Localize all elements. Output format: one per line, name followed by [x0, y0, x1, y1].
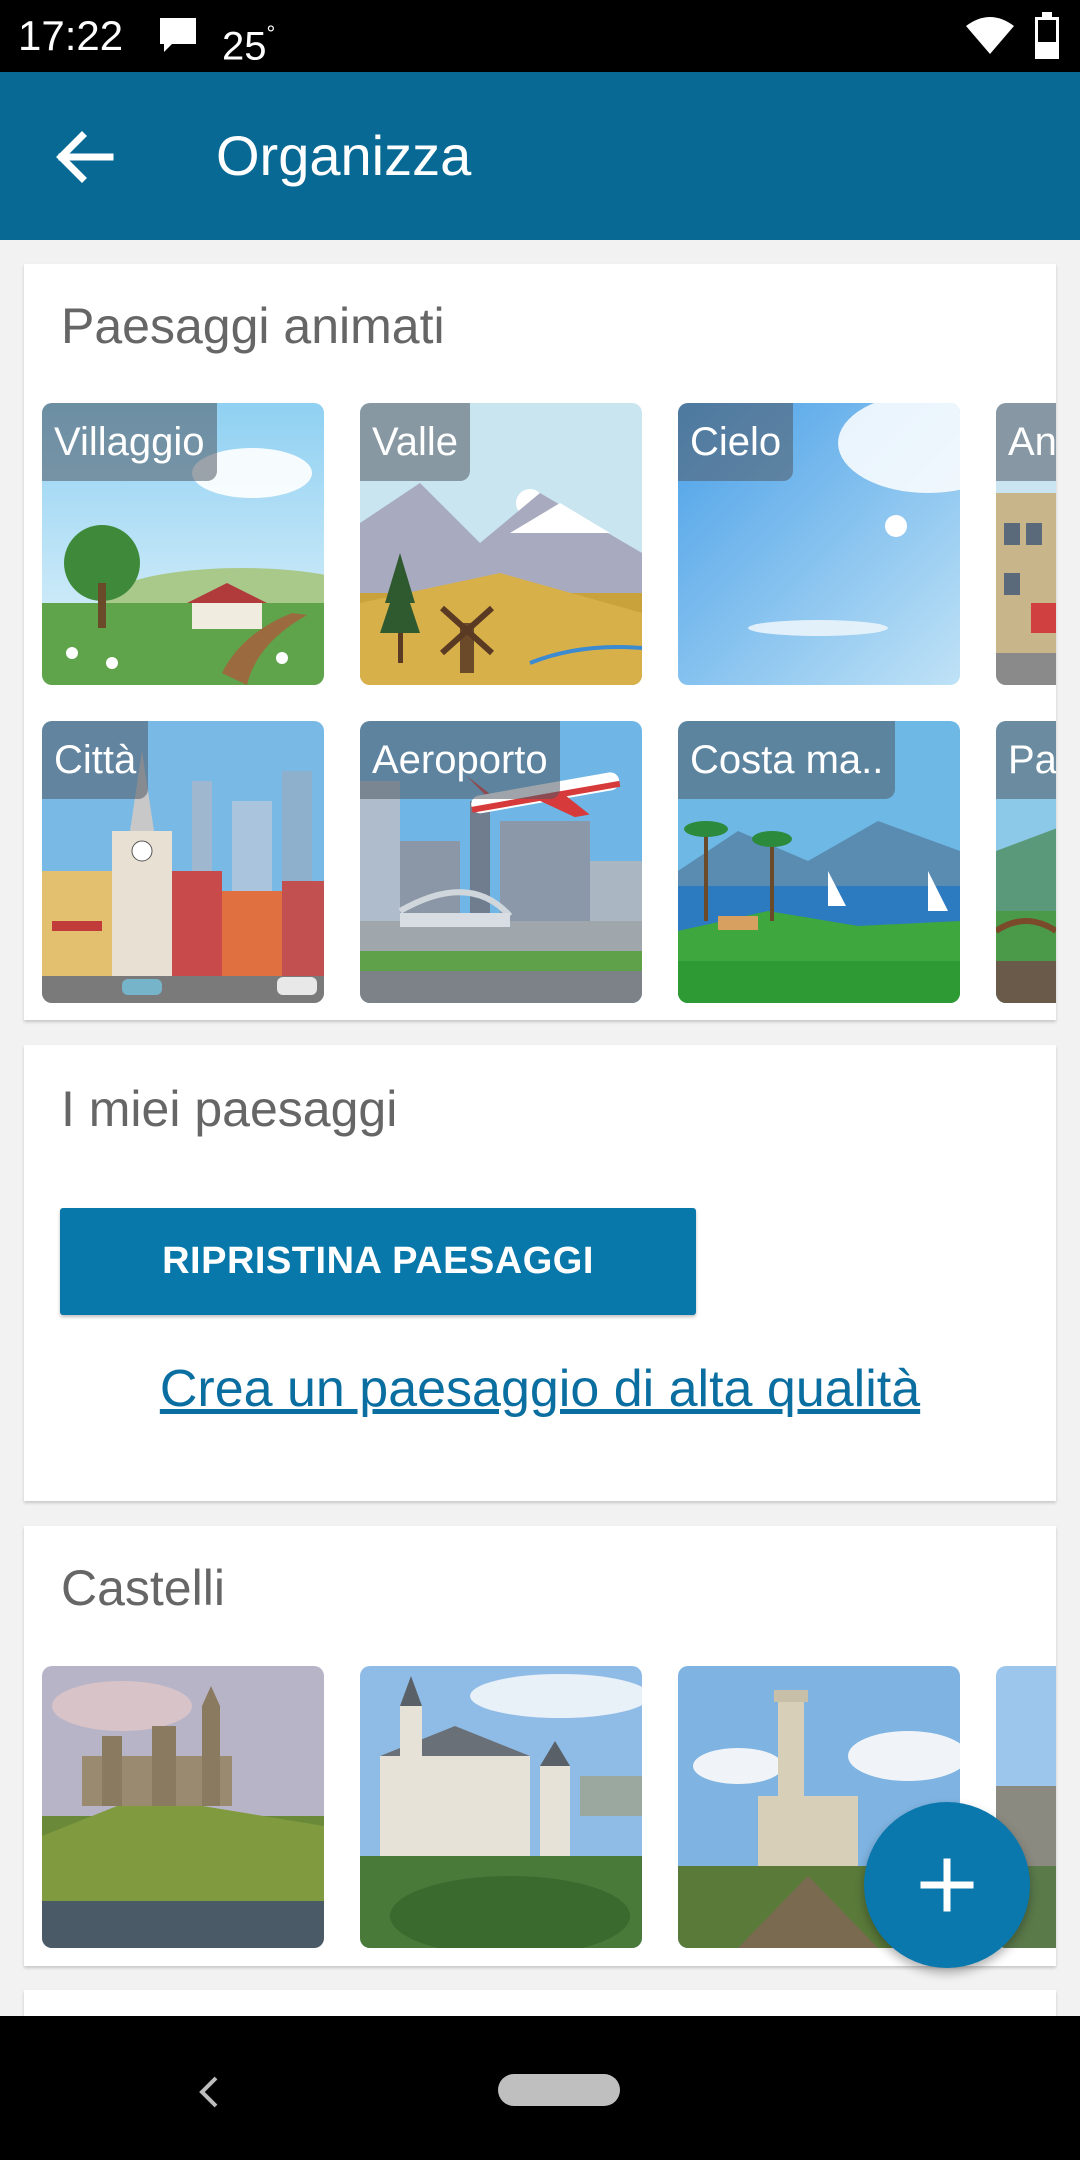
- thumb-label: An: [996, 403, 1056, 481]
- create-hq-landscape-link[interactable]: Crea un paesaggio di alta qualità: [24, 1359, 1056, 1419]
- status-temperature: 25°: [222, 12, 275, 72]
- status-time: 17:22: [18, 12, 124, 59]
- castle-thumb-2[interactable]: [360, 1666, 642, 1948]
- plus-icon: [920, 1858, 974, 1912]
- thumb-label: Pa: [996, 721, 1056, 799]
- castles-title: Castelli: [61, 1560, 225, 1616]
- add-fab-button[interactable]: [864, 1802, 1030, 1968]
- landscape-thumb-villaggio[interactable]: Villaggio: [42, 403, 324, 685]
- page-title: Organizza: [216, 124, 472, 187]
- wifi-icon: [966, 16, 1014, 61]
- thumb-label: Valle: [360, 403, 470, 481]
- nav-home-button[interactable]: [498, 2074, 620, 2106]
- landscape-thumb-aeroporto[interactable]: Aeroporto: [360, 721, 642, 1003]
- battery-icon: [1034, 12, 1060, 65]
- landscape-thumb-costa[interactable]: Costa ma..: [678, 721, 960, 1003]
- landscape-thumb-partial-1[interactable]: An: [996, 403, 1056, 685]
- animated-landscapes-card: Paesaggi animati Villaggio Valle Cielo A…: [24, 264, 1056, 1020]
- thumb-label: Cielo: [678, 403, 794, 481]
- thumb-label: Costa ma..: [678, 721, 896, 799]
- arrow-left-icon: [56, 131, 114, 183]
- thumb-label: Aeroporto: [360, 721, 560, 799]
- thumb-label: Villaggio: [42, 403, 217, 481]
- my-landscapes-card: I miei paesaggi RIPRISTINA PAESAGGI Crea…: [24, 1045, 1056, 1501]
- restore-landscapes-button[interactable]: RIPRISTINA PAESAGGI: [60, 1208, 696, 1315]
- landscape-thumb-citta[interactable]: Città: [42, 721, 324, 1003]
- landscape-thumb-valle[interactable]: Valle: [360, 403, 642, 685]
- message-icon: [158, 16, 198, 61]
- my-landscapes-title: I miei paesaggi: [61, 1081, 398, 1137]
- temperature-unit: °: [266, 21, 276, 46]
- landscape-thumb-cielo[interactable]: Cielo: [678, 403, 960, 685]
- app-bar: Organizza: [0, 72, 1080, 240]
- castle-thumb-1[interactable]: [42, 1666, 324, 1948]
- castle-neuschwanstein-image: [360, 1666, 642, 1948]
- temperature-value: 25: [222, 24, 267, 69]
- animated-landscapes-title: Paesaggi animati: [61, 298, 445, 354]
- status-bar: 17:22 25°: [0, 0, 1080, 72]
- thumb-label: Città: [42, 721, 149, 799]
- nav-back-icon[interactable]: [196, 2072, 222, 2117]
- landscape-thumb-partial-2[interactable]: Pa: [996, 721, 1056, 1003]
- castle-ruins-image: [42, 1666, 324, 1948]
- back-button[interactable]: [50, 122, 120, 192]
